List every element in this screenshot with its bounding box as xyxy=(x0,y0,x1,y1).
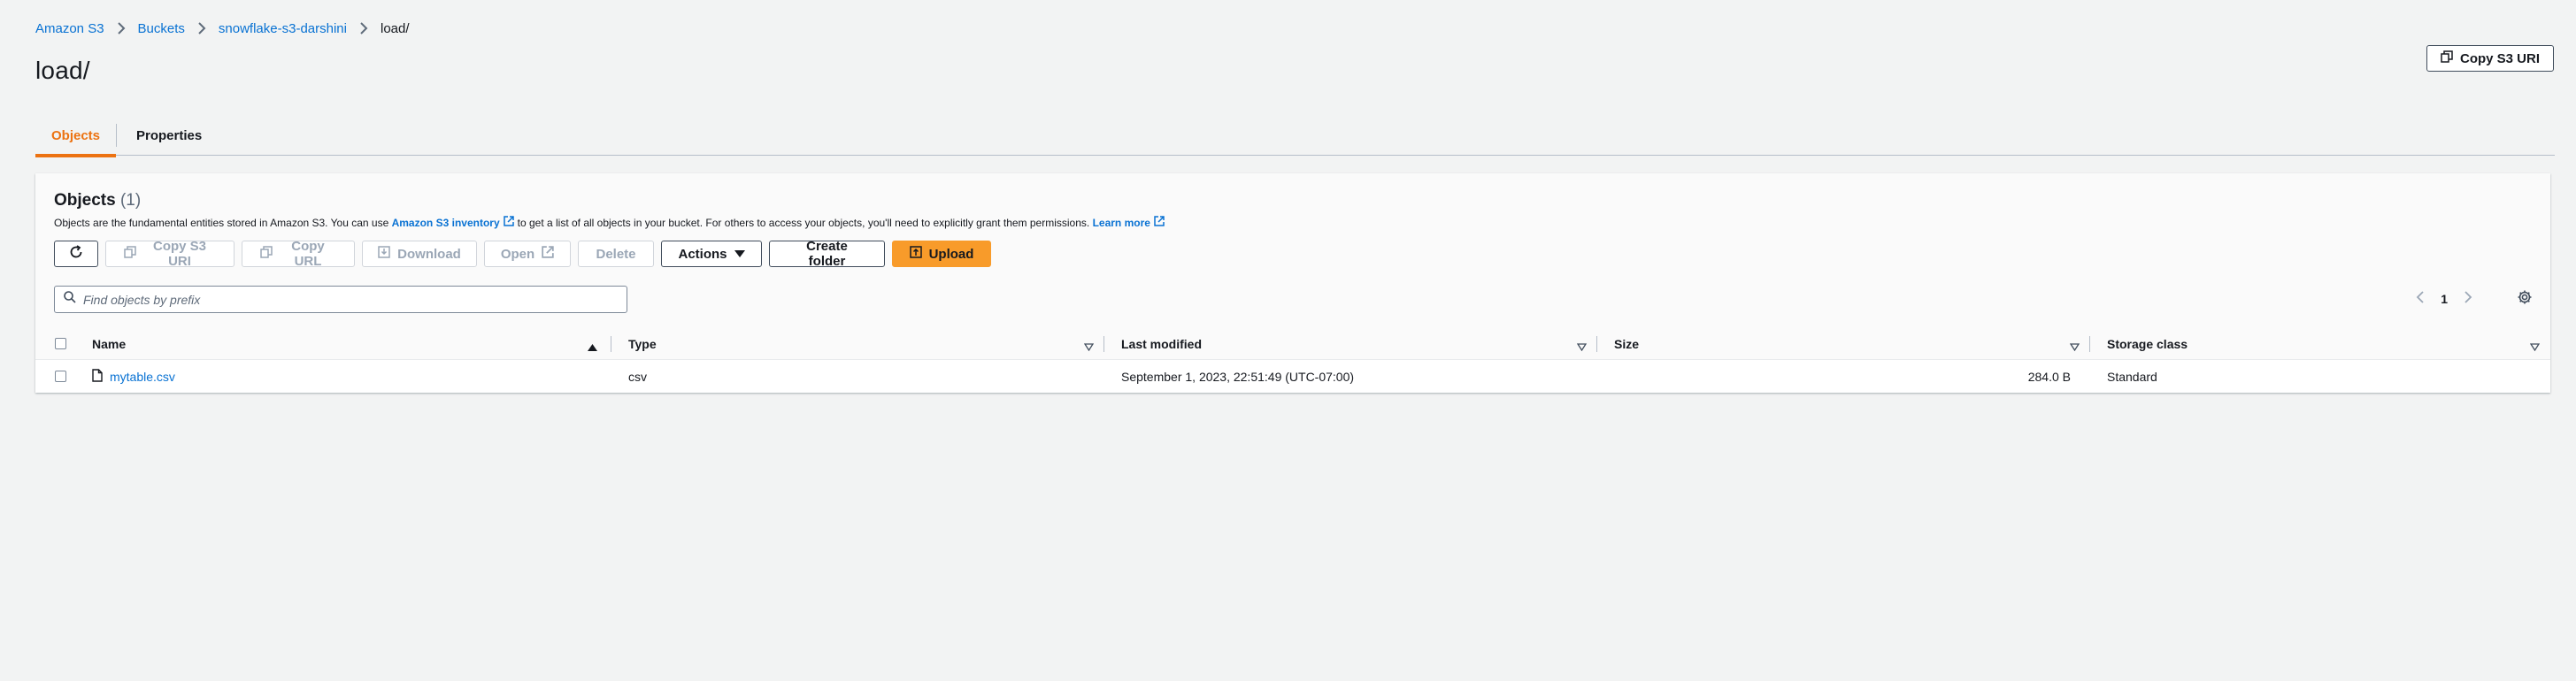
chevron-right-icon xyxy=(359,22,368,34)
objects-count: (1) xyxy=(119,191,142,210)
inventory-link[interactable]: Amazon S3 inventory xyxy=(392,217,500,229)
column-size-label: Size xyxy=(1614,336,1640,351)
row-last-modified-cell: September 1, 2023, 22:51:49 (UTC-07:00) xyxy=(1121,369,1355,384)
objects-toolbar: Copy S3 URI Copy URL Download Open Delet… xyxy=(54,239,991,269)
objects-panel-title: Objects (1) xyxy=(54,191,141,210)
copy-icon xyxy=(124,246,136,262)
download-button[interactable]: Download xyxy=(362,241,477,267)
copy-s3-uri-label: Copy S3 URI xyxy=(152,239,206,269)
table-row: mytable.csv csv September 1, 2023, 22:51… xyxy=(35,360,2550,393)
external-link-icon xyxy=(503,216,514,229)
delete-button[interactable]: Delete xyxy=(578,241,654,267)
breadcrumb-amazon-s3[interactable]: Amazon S3 xyxy=(35,21,104,36)
tab-list: Objects Properties xyxy=(35,116,2555,157)
copy-url-button[interactable]: Copy URL xyxy=(242,239,355,269)
download-label: Download xyxy=(397,246,461,262)
tab-objects[interactable]: Objects xyxy=(35,116,116,157)
search-icon xyxy=(64,291,76,308)
column-size[interactable]: Size xyxy=(1597,328,2090,359)
sort-icon xyxy=(1576,340,1588,354)
column-name-label: Name xyxy=(92,336,127,351)
row-checkbox[interactable] xyxy=(54,371,66,382)
select-all-cell xyxy=(35,328,83,359)
copy-s3-uri-header-button[interactable]: Copy S3 URI xyxy=(2426,45,2554,72)
delete-label: Delete xyxy=(596,246,636,262)
copy-icon xyxy=(260,246,273,262)
previous-page-icon[interactable] xyxy=(2416,291,2425,306)
page-number[interactable]: 1 xyxy=(2437,292,2451,306)
refresh-icon xyxy=(69,245,83,263)
description-middle: to get a list of all objects in your buc… xyxy=(517,216,1090,229)
select-all-checkbox[interactable] xyxy=(54,338,66,349)
open-label: Open xyxy=(500,246,535,262)
objects-description: Objects are the fundamental entities sto… xyxy=(54,216,1168,229)
objects-title-text: Objects xyxy=(54,191,116,210)
file-icon xyxy=(92,368,103,385)
object-link[interactable]: mytable.csv xyxy=(92,368,175,385)
create-folder-label: Create folder xyxy=(806,239,848,269)
chevron-right-icon xyxy=(117,22,126,34)
external-link-icon xyxy=(1154,216,1165,229)
upload-label: Upload xyxy=(928,246,974,262)
description-prefix: Objects are the fundamental entities sto… xyxy=(54,216,389,229)
breadcrumb-current: load/ xyxy=(380,20,410,36)
open-button[interactable]: Open xyxy=(484,241,571,267)
upload-icon xyxy=(909,246,922,262)
column-type-label: Type xyxy=(628,336,657,351)
row-type-cell: csv xyxy=(628,369,647,384)
search-box xyxy=(54,286,627,313)
column-last-modified-label: Last modified xyxy=(1121,336,1203,351)
upload-button[interactable]: Upload xyxy=(892,241,991,267)
table-header: Name Type Last modified Size Storage cla… xyxy=(35,328,2550,360)
download-icon xyxy=(378,246,390,262)
caret-down-icon xyxy=(734,247,745,262)
column-storage-class[interactable]: Storage class xyxy=(2090,328,2550,359)
sort-icon xyxy=(2529,340,2541,354)
objects-panel: Objects (1) Objects are the fundamental … xyxy=(35,173,2550,393)
refresh-button[interactable] xyxy=(54,241,98,267)
settings-gear-icon[interactable] xyxy=(2517,289,2533,308)
column-storage-class-label: Storage class xyxy=(2107,336,2188,351)
actions-dropdown-button[interactable]: Actions xyxy=(661,241,762,267)
sort-icon xyxy=(2069,340,2080,354)
search-input[interactable] xyxy=(83,292,614,307)
copy-url-label: Copy URL xyxy=(291,239,325,269)
pagination: 1 xyxy=(2416,289,2533,308)
breadcrumb-bucket[interactable]: snowflake-s3-darshini xyxy=(219,21,347,36)
sort-ascending-icon xyxy=(588,340,597,354)
create-folder-button[interactable]: Create folder xyxy=(769,239,885,269)
breadcrumb-buckets[interactable]: Buckets xyxy=(138,21,185,36)
row-storage-class-cell: Standard xyxy=(2107,369,2157,384)
row-name-cell: mytable.csv xyxy=(83,360,611,393)
copy-icon xyxy=(2441,50,2453,66)
row-size-cell: 284.0 B xyxy=(2027,369,2071,384)
chevron-right-icon xyxy=(197,22,206,34)
page-title: load/ xyxy=(35,57,90,84)
column-last-modified[interactable]: Last modified xyxy=(1104,328,1597,359)
next-page-icon[interactable] xyxy=(2464,291,2472,306)
tab-properties[interactable]: Properties xyxy=(117,116,221,156)
sort-icon xyxy=(1083,340,1095,354)
column-type[interactable]: Type xyxy=(611,328,1104,359)
objects-panel-header: Objects (1) Objects are the fundamental … xyxy=(35,173,2550,328)
copy-s3-uri-button[interactable]: Copy S3 URI xyxy=(105,239,235,269)
row-select-cell xyxy=(35,360,83,393)
learn-more-link[interactable]: Learn more xyxy=(1093,217,1150,229)
external-link-icon xyxy=(542,246,554,262)
column-name[interactable]: Name xyxy=(83,328,611,359)
copy-s3-uri-header-label: Copy S3 URI xyxy=(2459,50,2540,66)
breadcrumb: Amazon S3 Buckets snowflake-s3-darshini … xyxy=(35,19,410,37)
object-name: mytable.csv xyxy=(110,369,175,384)
actions-label: Actions xyxy=(678,246,727,262)
